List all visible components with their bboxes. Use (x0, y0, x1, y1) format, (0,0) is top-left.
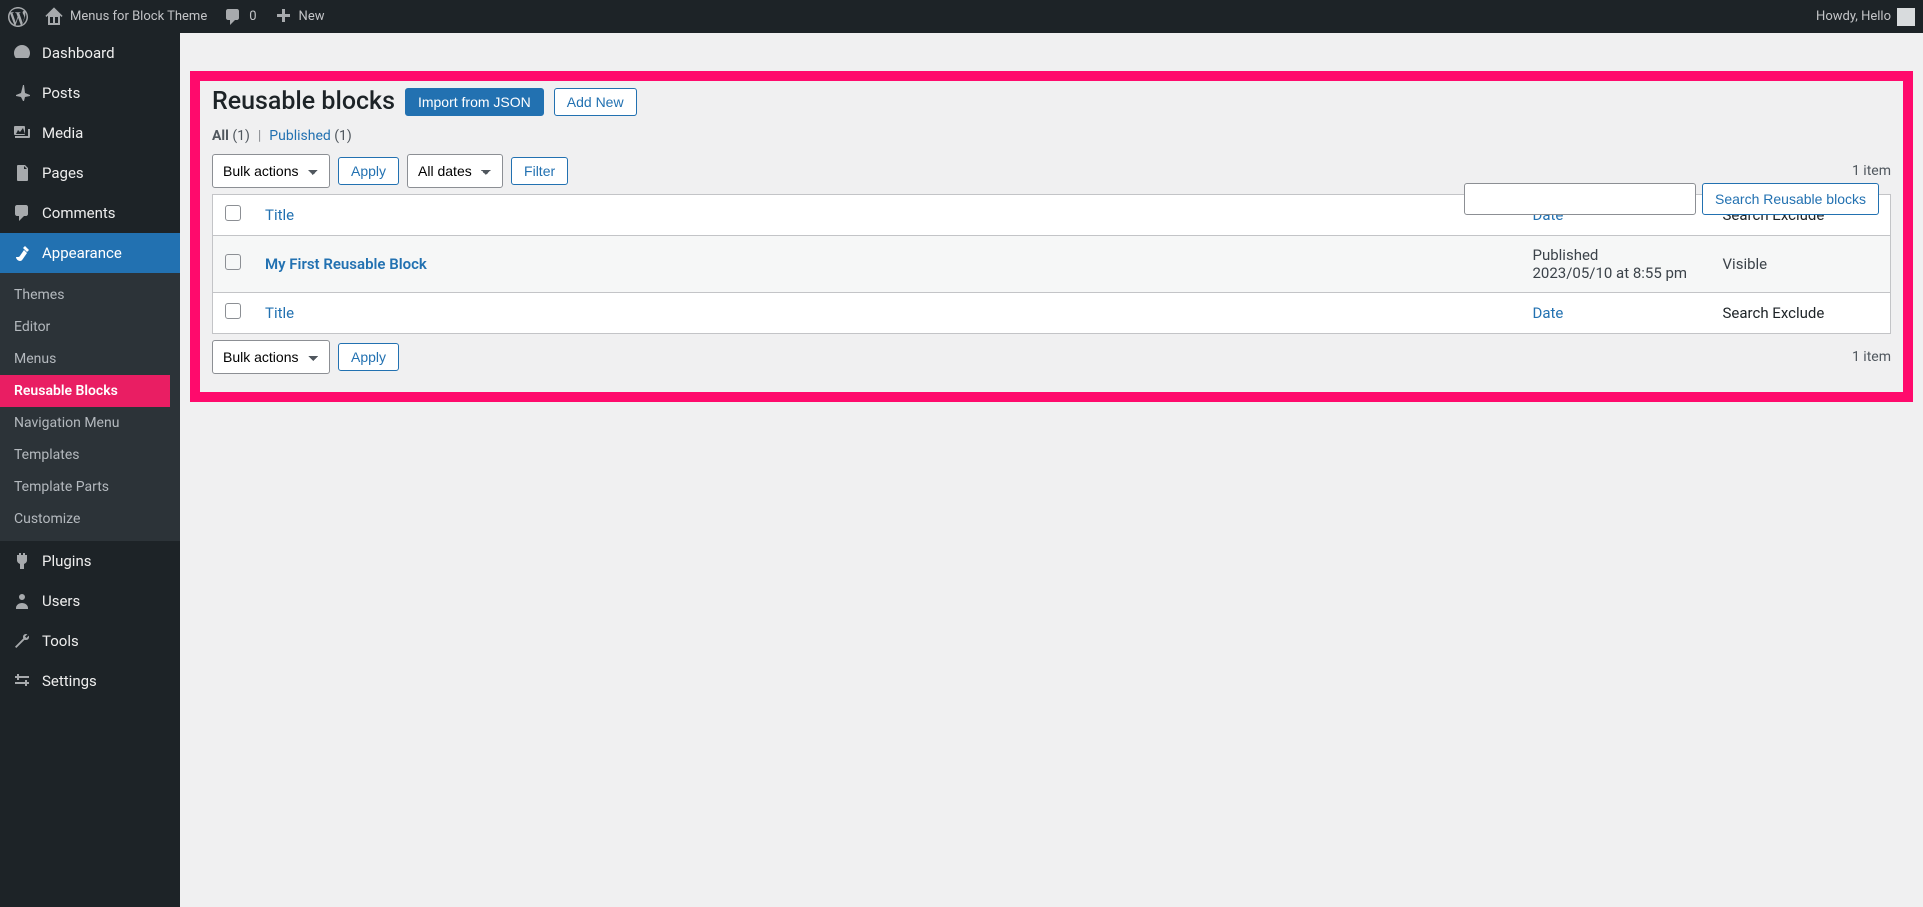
comment-icon (223, 7, 243, 27)
filter-all-count: (1) (232, 128, 250, 144)
bulk-actions-select-top[interactable]: Bulk actions (212, 154, 330, 188)
menu-pages[interactable]: Pages (0, 153, 180, 193)
filter-published-count: (1) (334, 128, 352, 144)
row-title-link[interactable]: My First Reusable Block (265, 255, 427, 273)
menu-comments-label: Comments (42, 204, 116, 222)
apply-button-bottom[interactable]: Apply (338, 343, 399, 371)
plugin-icon (12, 551, 32, 571)
menu-tools-label: Tools (42, 632, 79, 650)
menu-media-label: Media (42, 124, 83, 142)
submenu-templates[interactable]: Templates (0, 439, 180, 471)
bulk-actions-select-bottom[interactable]: Bulk actions (212, 340, 330, 374)
menu-appearance[interactable]: Appearance (0, 233, 180, 273)
table-row: My First Reusable Block Published 2023/0… (213, 236, 1891, 293)
admin-sidebar: Dashboard Posts Media Pages Comments App… (0, 33, 180, 907)
pin-icon (12, 83, 32, 103)
tf-title[interactable]: Title (253, 293, 1521, 334)
item-count-top: 1 item (1852, 163, 1891, 179)
howdy-label: Howdy, Hello (1816, 9, 1891, 24)
highlight-box: Reusable blocks Import from JSON Add New… (190, 71, 1913, 402)
home-icon (44, 7, 64, 27)
date-filter-select[interactable]: All dates (407, 154, 503, 188)
dashboard-icon (12, 43, 32, 63)
submenu-themes[interactable]: Themes (0, 279, 180, 311)
import-json-button[interactable]: Import from JSON (405, 88, 544, 116)
row-checkbox[interactable] (225, 254, 241, 270)
plus-icon (273, 7, 293, 27)
page-title: Reusable blocks (212, 87, 395, 116)
row-search-exclude: Visible (1711, 236, 1891, 293)
user-icon (12, 591, 32, 611)
menu-pages-label: Pages (42, 164, 84, 182)
th-title[interactable]: Title (253, 195, 1521, 236)
new-label: New (299, 9, 325, 24)
row-date-value: 2023/05/10 at 8:55 pm (1533, 264, 1688, 282)
menu-tools[interactable]: Tools (0, 621, 180, 661)
wordpress-icon (8, 7, 28, 27)
menu-appearance-label: Appearance (42, 244, 122, 262)
submenu-reusable-blocks[interactable]: Reusable Blocks (0, 375, 170, 407)
status-filter: All (1) | Published (1) (212, 128, 1891, 144)
menu-settings-label: Settings (42, 672, 97, 690)
filter-button[interactable]: Filter (511, 157, 568, 185)
menu-settings[interactable]: Settings (0, 661, 180, 701)
media-icon (12, 123, 32, 143)
menu-plugins[interactable]: Plugins (0, 541, 180, 581)
tf-search-exclude: Search Exclude (1711, 293, 1891, 334)
admin-bar: Menus for Block Theme 0 New Howdy, Hello (0, 0, 1923, 33)
search-button[interactable]: Search Reusable blocks (1702, 183, 1879, 215)
howdy-user[interactable]: Howdy, Hello (1816, 8, 1915, 26)
site-name-label: Menus for Block Theme (70, 9, 207, 24)
avatar (1897, 8, 1915, 26)
submenu-template-parts[interactable]: Template Parts (0, 471, 180, 503)
brush-icon (12, 243, 32, 263)
submenu-navigation-menu[interactable]: Navigation Menu (0, 407, 180, 439)
menu-users-label: Users (42, 592, 80, 610)
site-name[interactable]: Menus for Block Theme (44, 7, 207, 27)
menu-dashboard-label: Dashboard (42, 44, 115, 62)
select-all-checkbox-top[interactable] (225, 205, 241, 221)
select-all-checkbox-bottom[interactable] (225, 303, 241, 319)
menu-dashboard[interactable]: Dashboard (0, 33, 180, 73)
menu-plugins-label: Plugins (42, 552, 91, 570)
filter-all[interactable]: All (212, 128, 229, 144)
comments-icon (12, 203, 32, 223)
item-count-bottom: 1 item (1852, 349, 1891, 365)
sliders-icon (12, 671, 32, 691)
wrench-icon (12, 631, 32, 651)
menu-posts-label: Posts (42, 84, 80, 102)
menu-users[interactable]: Users (0, 581, 180, 621)
submenu-customize[interactable]: Customize (0, 503, 180, 535)
submenu-menus[interactable]: Menus (0, 343, 180, 375)
list-table: Title Date Search Exclude My First Reusa… (212, 194, 1891, 334)
filter-published[interactable]: Published (269, 128, 330, 144)
menu-media[interactable]: Media (0, 113, 180, 153)
tf-date[interactable]: Date (1521, 293, 1711, 334)
submenu-editor[interactable]: Editor (0, 311, 180, 343)
add-new-button[interactable]: Add New (554, 88, 637, 116)
wp-logo[interactable] (8, 7, 28, 27)
row-date-status: Published (1533, 246, 1599, 264)
menu-posts[interactable]: Posts (0, 73, 180, 113)
new-button[interactable]: New (273, 7, 325, 27)
comments-count-value: 0 (249, 9, 256, 24)
menu-comments[interactable]: Comments (0, 193, 180, 233)
search-input[interactable] (1464, 183, 1696, 215)
comments-count[interactable]: 0 (223, 7, 256, 27)
page-icon (12, 163, 32, 183)
content: Screen Options ▾ Reusable blocks Import … (180, 33, 1923, 907)
submenu-appearance: Themes Editor Menus Reusable Blocks Navi… (0, 273, 180, 541)
apply-button-top[interactable]: Apply (338, 157, 399, 185)
